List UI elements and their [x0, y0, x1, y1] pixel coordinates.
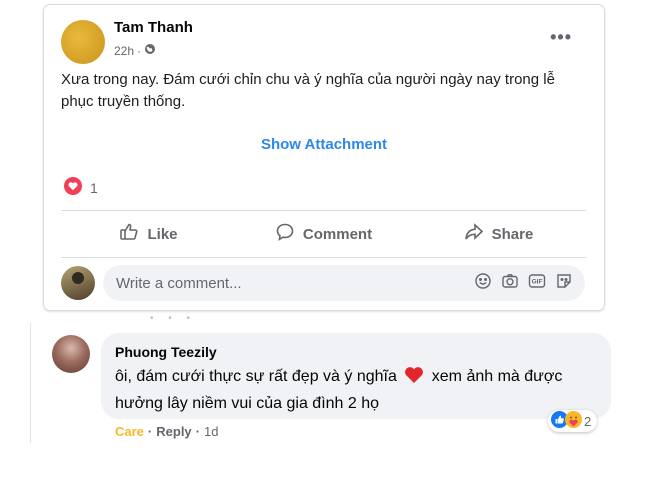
comment-reaction-count: 2: [584, 413, 592, 429]
more-icon[interactable]: •••: [550, 28, 572, 46]
faded-separator: • • •: [150, 313, 197, 324]
share-icon: [464, 222, 484, 246]
like-label: Like: [147, 225, 178, 243]
sticker-icon[interactable]: [555, 272, 573, 295]
comment-reactions[interactable]: 2: [548, 410, 598, 432]
thread-line: [30, 323, 31, 443]
post-actions: Like Comment Share: [61, 211, 586, 257]
share-button[interactable]: Share: [411, 211, 586, 257]
comment-text: ôi, đám cưới thực sự rất đẹp và ý nghĩa …: [115, 365, 610, 416]
care-button[interactable]: Care: [115, 424, 144, 439]
comment-icon: [275, 222, 295, 246]
share-label: Share: [491, 225, 534, 243]
post-card: Tam Thanh 22h · ••• Xưa trong nay. Đám c…: [43, 4, 605, 311]
post-meta: 22h ·: [114, 43, 156, 58]
comment-time[interactable]: 1d: [204, 424, 218, 439]
post-text: Xưa trong nay. Đám cưới chỉn chu và ý ng…: [61, 71, 555, 110]
meta-separator: ·: [137, 43, 142, 58]
globe-icon[interactable]: [144, 43, 156, 58]
composer-icons: GIF: [474, 272, 573, 295]
show-attachment-link[interactable]: Show Attachment: [44, 136, 604, 153]
comment-button[interactable]: Comment: [236, 211, 411, 257]
reply-button[interactable]: Reply: [156, 424, 191, 439]
like-button[interactable]: Like: [61, 211, 236, 257]
author-avatar[interactable]: [61, 20, 105, 64]
action-sep-2: ·: [195, 424, 201, 439]
emoji-icon[interactable]: [474, 272, 492, 295]
commenter-name[interactable]: Phuong Teezily: [115, 344, 217, 360]
camera-icon[interactable]: [501, 272, 519, 295]
comment-input[interactable]: Write a comment... GIF: [103, 265, 585, 301]
divider-bottom: [61, 257, 586, 258]
reaction-summary[interactable]: 1: [64, 177, 98, 198]
post-time[interactable]: 22h: [114, 44, 134, 58]
commenter-avatar[interactable]: [52, 335, 90, 373]
current-user-avatar[interactable]: [61, 266, 95, 300]
comment-text-part1: ôi, đám cưới thực sự rất đẹp và ý nghĩa: [115, 368, 397, 385]
author-name[interactable]: Tam Thanh: [114, 19, 193, 36]
gif-icon[interactable]: GIF: [528, 272, 546, 295]
heart-reaction-icon: [64, 177, 82, 198]
svg-text:GIF: GIF: [532, 278, 543, 285]
heart-emoji-icon: [404, 366, 424, 392]
comment-label: Comment: [302, 225, 373, 243]
care-reaction-icon: [565, 411, 582, 431]
action-sep-1: ·: [147, 424, 153, 439]
comment-bubble: Phuong Teezily ôi, đám cưới thực sự rất …: [101, 333, 611, 419]
comment-placeholder[interactable]: Write a comment...: [116, 275, 474, 292]
reaction-count: 1: [90, 179, 98, 196]
comment-composer: Write a comment... GIF: [61, 265, 591, 301]
like-icon: [119, 222, 139, 246]
comment-actions: Care · Reply · 1d: [115, 424, 218, 439]
